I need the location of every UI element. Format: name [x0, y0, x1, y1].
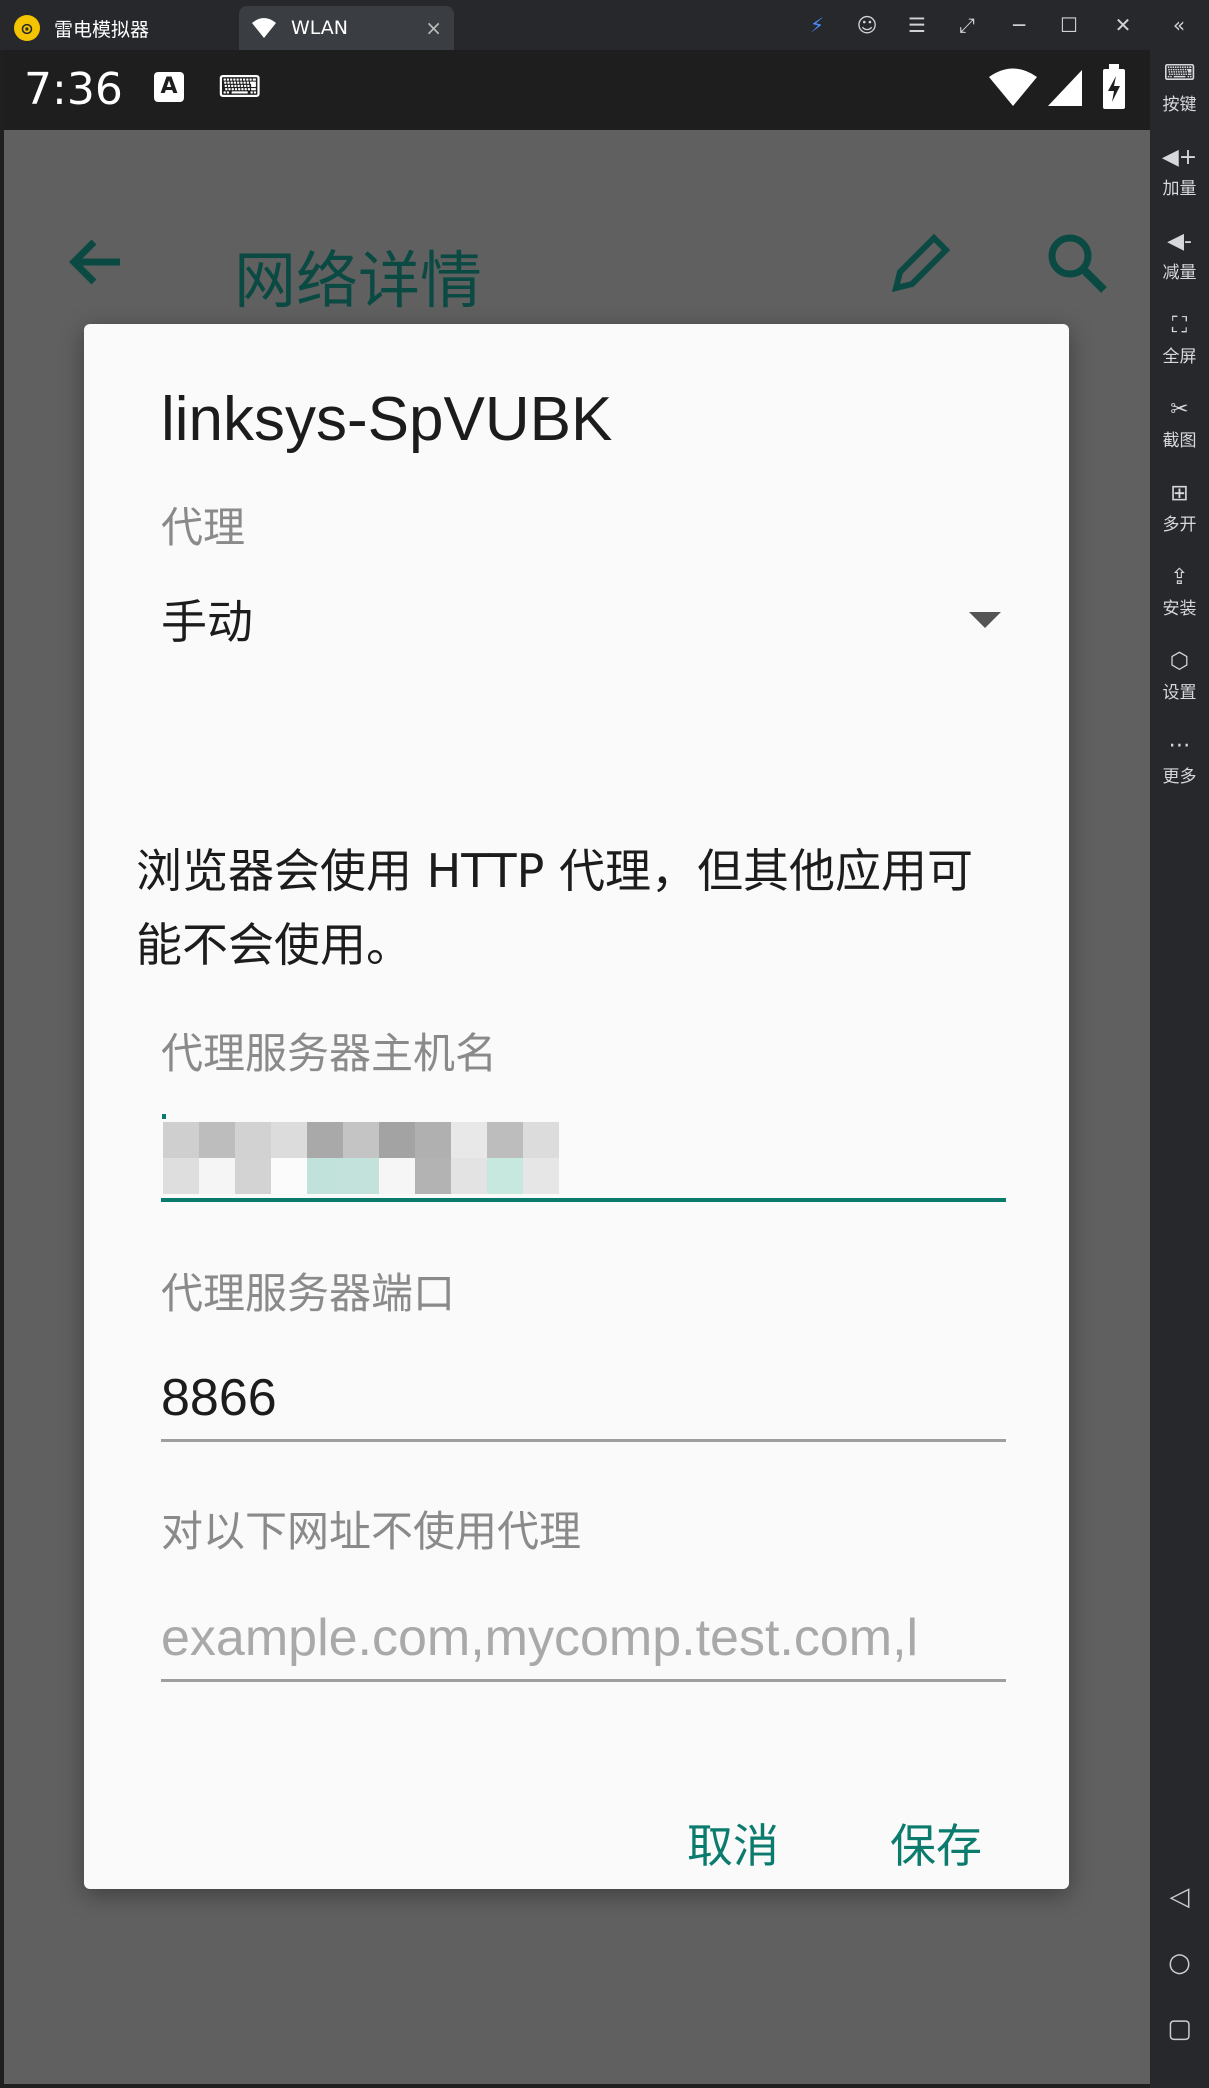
- boost-icon[interactable]: ⚡: [802, 10, 832, 40]
- save-button[interactable]: 保存: [890, 1810, 982, 1876]
- sidebar-item-more[interactable]: ⋯ 更多: [1150, 732, 1209, 787]
- android-screen: 7:36 A ⌨ 网络详情 linksys-SpVUBK 代理 手动 浏览器会使…: [4, 50, 1150, 2084]
- volume-down-icon: ◀-: [1167, 229, 1192, 254]
- sidebar-item-volume-down[interactable]: ◀- 减量: [1150, 228, 1209, 283]
- proxy-label: 代理: [161, 503, 246, 552]
- nav-back-icon[interactable]: ◁: [1150, 1882, 1209, 1912]
- nav-home-icon[interactable]: ○: [1150, 1948, 1209, 1978]
- sidebar-item-install-apk[interactable]: ⇪ 安装: [1150, 564, 1209, 619]
- bypass-underline: [161, 1679, 1006, 1682]
- app-bar: 网络详情: [4, 130, 1150, 317]
- multi-instance-icon: ⊞: [1170, 481, 1189, 506]
- bypass-field[interactable]: [161, 1602, 1006, 1682]
- sidebar-item-keymap[interactable]: ⌨ 按键: [1150, 60, 1209, 115]
- maximize-icon[interactable]: ☐: [1054, 10, 1084, 40]
- port-field[interactable]: [161, 1362, 1006, 1442]
- dialog-title: linksys-SpVUBK: [161, 385, 613, 454]
- dropdown-arrow-icon: [969, 612, 1001, 628]
- keyboard-icon: ⌨: [218, 70, 262, 105]
- page-title: 网络详情: [234, 244, 483, 317]
- tab-wlan[interactable]: WLAN ×: [239, 6, 454, 50]
- close-icon[interactable]: ✕: [1108, 10, 1138, 40]
- volume-up-icon: ◀+: [1161, 145, 1198, 170]
- sidebar-item-volume-up[interactable]: ◀+ 加量: [1150, 144, 1209, 199]
- tab-wlan-label: WLAN: [291, 17, 349, 39]
- back-arrow-icon[interactable]: [64, 230, 128, 294]
- more-icon: ⋯: [1168, 733, 1191, 758]
- notification-a-icon: A: [154, 72, 184, 102]
- hostname-field[interactable]: [161, 1114, 1006, 1202]
- sidebar-item-fullscreen[interactable]: ⛶ 全屏: [1150, 312, 1209, 367]
- port-underline: [161, 1439, 1006, 1442]
- emulator-app-name: 雷电模拟器: [54, 18, 150, 41]
- status-bar: 7:36 A ⌨: [4, 50, 1150, 130]
- emulator-app-tab[interactable]: ⊙ 雷电模拟器: [14, 6, 149, 50]
- apk-install-icon: ⇪: [1170, 565, 1189, 590]
- keymap-icon: ⌨: [1163, 61, 1196, 86]
- cancel-button[interactable]: 取消: [687, 1810, 779, 1876]
- wifi-signal-icon: [989, 68, 1037, 106]
- collapse-sidebar-icon[interactable]: «: [1164, 10, 1194, 40]
- proxy-info-text: 浏览器会使用 HTTP 代理，但其他应用可能不会使用。: [136, 844, 973, 972]
- nav-recents-icon[interactable]: ▢: [1150, 2014, 1209, 2044]
- port-label: 代理服务器端口: [161, 1269, 456, 1318]
- emulator-sidebar: ⌨ 按键 ◀+ 加量 ◀- 减量 ⛶ 全屏 ✂ 截图 ⊞ 多开 ⇪ 安装 ⬡ 设置 ⋯ 更多 ◁ …: [1150, 50, 1209, 2088]
- account-icon[interactable]: ☺: [852, 10, 882, 40]
- bypass-input[interactable]: [161, 1602, 1006, 1674]
- hostname-label: 代理服务器主机名: [161, 1029, 498, 1078]
- edit-pencil-icon[interactable]: [888, 230, 954, 296]
- minimize-icon[interactable]: ─: [1004, 10, 1034, 40]
- scissors-icon: ✂: [1170, 397, 1189, 422]
- search-icon[interactable]: [1044, 230, 1110, 296]
- gear-icon: ⬡: [1169, 649, 1190, 674]
- port-input[interactable]: [161, 1362, 1006, 1434]
- bypass-label: 对以下网址不使用代理: [161, 1507, 582, 1556]
- wifi-icon: [252, 18, 276, 38]
- emulator-logo-icon: ⊙: [14, 15, 40, 41]
- popout-icon[interactable]: ⤢: [952, 10, 982, 40]
- battery-icon: [1103, 64, 1125, 109]
- proxy-mode-value: 手动: [161, 595, 253, 649]
- fullscreen-icon: ⛶: [1171, 313, 1188, 338]
- sidebar-item-multi-instance[interactable]: ⊞ 多开: [1150, 480, 1209, 535]
- status-time: 7:36: [24, 64, 123, 115]
- emulator-title-bar: ⊙ 雷电模拟器 WLAN × ⚡ ☺ ☰ ⤢ ─ ☐ ✕ «: [0, 0, 1209, 50]
- sidebar-item-settings[interactable]: ⬡ 设置: [1150, 648, 1209, 703]
- cell-signal-icon: [1048, 70, 1082, 106]
- proxy-mode-dropdown[interactable]: 手动: [161, 586, 1001, 656]
- menu-icon[interactable]: ☰: [902, 10, 932, 40]
- proxy-settings-dialog: linksys-SpVUBK 代理 手动 浏览器会使用 HTTP 代理，但其他应…: [84, 324, 1069, 1889]
- hostname-underline: [161, 1198, 1006, 1202]
- text-cursor: [162, 1114, 166, 1119]
- sidebar-item-screenshot[interactable]: ✂ 截图: [1150, 396, 1209, 451]
- tab-close-icon[interactable]: ×: [425, 16, 442, 40]
